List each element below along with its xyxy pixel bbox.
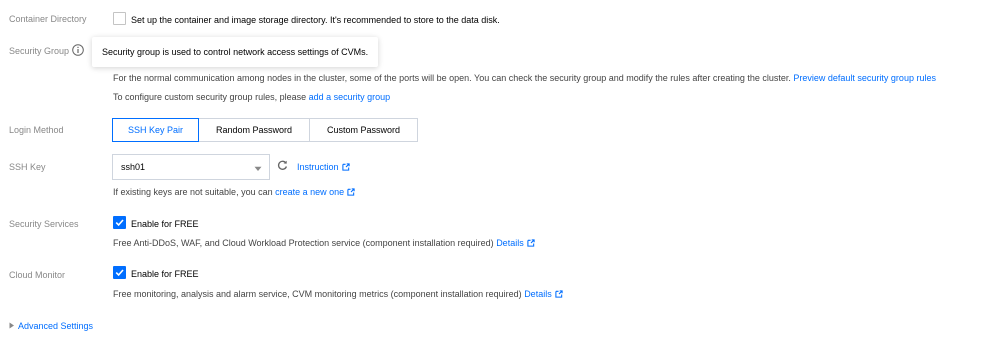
check-icon	[115, 219, 124, 227]
cloud-monitor-checkbox-text: Enable for FREE	[131, 269, 199, 279]
security-group-custom-text: To configure custom security group rules…	[113, 92, 307, 102]
external-link-icon	[341, 163, 350, 171]
caret-right-icon	[9, 322, 14, 329]
ssh-key-select[interactable]: ssh01	[112, 154, 270, 180]
security-services-label: Security Services	[9, 219, 79, 229]
preview-rules-link[interactable]: Preview default security group rules	[793, 73, 936, 83]
ssh-key-value: ssh01	[121, 162, 146, 172]
refresh-icon[interactable]	[277, 160, 288, 171]
info-circle-icon[interactable]	[72, 44, 84, 56]
cloud-monitor-checkbox[interactable]	[113, 266, 126, 279]
security-group-label: Security Group	[9, 46, 70, 56]
security-services-description-text: Free Anti-DDoS, WAF, and Cloud Workload …	[113, 238, 494, 248]
cloud-monitor-details-link[interactable]: Details	[524, 289, 563, 299]
security-group-description: For the normal communication among nodes…	[113, 73, 936, 83]
ssh-key-label: SSH Key	[9, 162, 46, 172]
security-group-tooltip: Security group is used to control networ…	[92, 37, 379, 67]
create-key-link[interactable]: create a new one	[275, 187, 355, 197]
security-services-details-label: Details	[496, 238, 524, 248]
login-method-label: Login Method	[9, 125, 64, 135]
instruction-link[interactable]: Instruction	[297, 162, 350, 172]
check-icon	[115, 269, 124, 277]
advanced-settings-toggle[interactable]: Advanced Settings	[9, 321, 93, 331]
create-key-link-label: create a new one	[275, 187, 345, 197]
login-option-random-password[interactable]: Random Password	[198, 118, 310, 142]
security-group-description-text: For the normal communication among nodes…	[113, 73, 791, 83]
security-group-custom-line: To configure custom security group rules…	[113, 92, 390, 102]
cloud-monitor-details-label: Details	[524, 289, 552, 299]
login-method-segmented: SSH Key Pair Random Password Custom Pass…	[112, 118, 418, 142]
external-link-icon	[527, 239, 535, 247]
external-link-icon	[347, 188, 355, 196]
security-services-checkbox-text: Enable for FREE	[131, 219, 199, 229]
add-security-group-link[interactable]: add a security group	[309, 92, 391, 102]
cloud-monitor-description: Free monitoring, analysis and alarm serv…	[113, 289, 563, 299]
login-option-custom-password[interactable]: Custom Password	[309, 118, 418, 142]
cloud-monitor-description-text: Free monitoring, analysis and alarm serv…	[113, 289, 522, 299]
container-directory-text: Set up the container and image storage d…	[131, 15, 500, 25]
security-services-description: Free Anti-DDoS, WAF, and Cloud Workload …	[113, 238, 535, 248]
cloud-monitor-label: Cloud Monitor	[9, 270, 66, 280]
security-services-checkbox[interactable]	[113, 216, 126, 229]
security-services-details-link[interactable]: Details	[496, 238, 535, 248]
ssh-key-hint: If existing keys are not suitable, you c…	[113, 187, 355, 197]
advanced-settings-label: Advanced Settings	[18, 321, 94, 331]
login-option-ssh-key-pair[interactable]: SSH Key Pair	[112, 118, 199, 142]
external-link-icon	[555, 290, 563, 298]
caret-down-icon	[254, 164, 262, 171]
container-directory-checkbox[interactable]	[113, 12, 126, 25]
ssh-key-hint-text: If existing keys are not suitable, you c…	[113, 187, 273, 197]
instruction-link-label: Instruction	[297, 162, 339, 172]
container-directory-label: Container Directory	[9, 14, 87, 24]
